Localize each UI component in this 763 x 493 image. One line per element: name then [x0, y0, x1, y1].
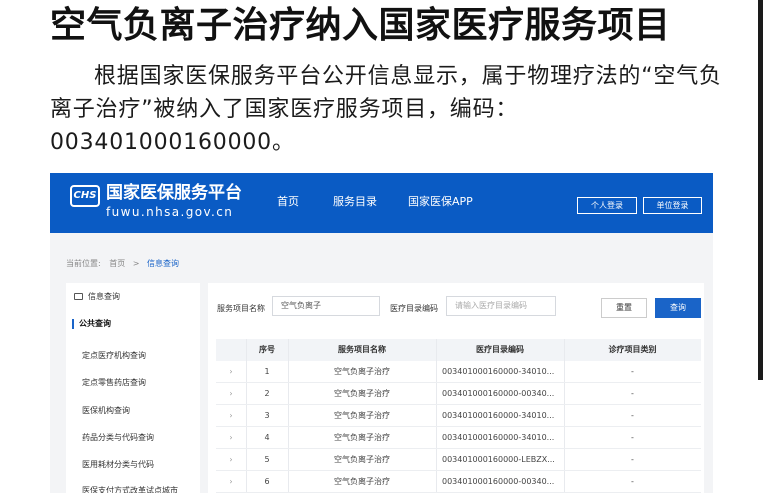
site-title[interactable]: 国家医保服务平台 — [106, 183, 242, 203]
nav-home[interactable]: 首页 — [277, 195, 299, 209]
row-index: 4 — [264, 433, 270, 442]
breadcrumb-separator: > — [132, 259, 140, 268]
row-category: - — [631, 477, 634, 486]
header-catalog-code: 医疗目录编码 — [476, 345, 524, 354]
sidebar-item-drug-codes[interactable]: 药品分类与代码查询 — [82, 432, 154, 443]
row-service-name: 空气负离子治疗 — [334, 477, 390, 486]
row-category: - — [631, 455, 634, 464]
sidebar-item-consumable-codes[interactable]: 医用耗材分类与代码 — [82, 459, 154, 470]
expand-icon[interactable]: › — [216, 427, 246, 449]
breadcrumb-prefix: 当前位置: — [66, 259, 101, 268]
row-service-name: 空气负离子治疗 — [334, 455, 390, 464]
row-category: - — [631, 389, 634, 398]
table-row[interactable]: › 4 空气负离子治疗 003401000160000-34010... - — [216, 427, 701, 449]
table-row[interactable]: › 6 空气负离子治疗 003401000160000-00340... - — [216, 471, 701, 493]
expand-icon[interactable]: › — [216, 405, 246, 427]
row-catalog-code: 003401000160000-34010... — [442, 367, 555, 376]
row-index: 2 — [264, 389, 270, 398]
breadcrumb: 当前位置: 首页 > 信息查询 — [66, 258, 179, 269]
sidebar-item-insurance-agencies[interactable]: 医保机构查询 — [82, 405, 130, 416]
personal-login-button[interactable]: 个人登录 — [577, 197, 637, 214]
article-headline: 空气负离子治疗纳入国家医疗服务项目 — [50, 5, 671, 46]
row-catalog-code: 003401000160000-34010... — [442, 433, 555, 442]
article-body: 根据国家医保服务平台公开信息显示，属于物理疗法的“空气负离子治疗”被纳入了国家医… — [50, 64, 722, 155]
header-service-name: 服务项目名称 — [338, 345, 386, 354]
sidebar-item-pharmacies[interactable]: 定点零售药店查询 — [82, 377, 146, 388]
sidebar-item-medical-institutions[interactable]: 定点医疗机构查询 — [82, 350, 146, 361]
breadcrumb-home[interactable]: 首页 — [109, 259, 125, 268]
table-row[interactable]: › 5 空气负离子治疗 003401000160000-LEBZX... - — [216, 449, 701, 471]
row-service-name: 空气负离子治疗 — [334, 367, 390, 376]
nav-app[interactable]: 国家医保APP — [408, 195, 473, 209]
sidebar-item-payment-reform[interactable]: 医保支付方式改革试点城市 — [82, 485, 178, 493]
nav-service-catalog[interactable]: 服务目录 — [333, 195, 377, 209]
page-edge-bar — [758, 0, 763, 380]
sidebar: 信息查询 公共查询 定点医疗机构查询 定点零售药店查询 医保机构查询 药品分类与… — [66, 283, 200, 493]
row-index: 3 — [264, 411, 270, 420]
row-catalog-code: 003401000160000-LEBZX... — [442, 455, 555, 464]
service-name-input[interactable]: 空气负离子 — [272, 296, 380, 316]
service-name-label: 服务项目名称 — [217, 304, 265, 313]
table-row[interactable]: › 1 空气负离子治疗 003401000160000-34010... - — [216, 361, 701, 383]
site-domain: fuwu.nhsa.gov.cn — [106, 205, 234, 219]
org-login-button[interactable]: 单位登录 — [643, 197, 702, 214]
row-category: - — [631, 367, 634, 376]
query-button[interactable]: 查询 — [655, 298, 701, 318]
expand-icon[interactable]: › — [216, 471, 246, 493]
table-row[interactable]: › 3 空气负离子治疗 003401000160000-34010... - — [216, 405, 701, 427]
embedded-screenshot: CHS 国家医保服务平台 fuwu.nhsa.gov.cn 首页 服务目录 国家… — [50, 173, 713, 493]
expand-icon[interactable]: › — [216, 383, 246, 405]
expand-icon[interactable]: › — [216, 361, 246, 383]
row-index: 5 — [264, 455, 270, 464]
row-service-name: 空气负离子治疗 — [334, 389, 390, 398]
header-category: 诊疗项目类别 — [608, 345, 657, 354]
expand-icon[interactable]: › — [216, 449, 246, 471]
table-row[interactable]: › 2 空气负离子治疗 003401000160000-00340... - — [216, 383, 701, 405]
breadcrumb-current[interactable]: 信息查询 — [147, 259, 179, 268]
reset-button[interactable]: 重置 — [601, 298, 647, 318]
row-catalog-code: 003401000160000-00340... — [442, 389, 555, 398]
chs-logo-icon[interactable]: CHS — [70, 185, 100, 207]
row-catalog-code: 003401000160000-34010... — [442, 411, 555, 420]
row-index: 1 — [264, 367, 270, 376]
row-index: 6 — [264, 477, 270, 486]
header-expand — [216, 339, 246, 361]
row-service-name: 空气负离子治疗 — [334, 433, 390, 442]
sidebar-group-public[interactable]: 公共查询 — [72, 319, 111, 329]
site-header: CHS 国家医保服务平台 fuwu.nhsa.gov.cn 首页 服务目录 国家… — [50, 173, 713, 233]
header-index: 序号 — [259, 345, 275, 354]
row-service-name: 空气负离子治疗 — [334, 411, 390, 420]
sidebar-header[interactable]: 信息查询 — [74, 291, 120, 302]
query-panel: 服务项目名称 空气负离子 医疗目录编码 请输入医疗目录编码 重置 查询 序号 服… — [208, 283, 704, 493]
row-category: - — [631, 433, 634, 442]
catalog-code-input[interactable]: 请输入医疗目录编码 — [446, 296, 556, 316]
catalog-code-label: 医疗目录编码 — [390, 304, 438, 313]
row-category: - — [631, 411, 634, 420]
sidebar-header-label: 信息查询 — [88, 292, 120, 301]
folder-icon — [74, 293, 83, 300]
row-catalog-code: 003401000160000-00340... — [442, 477, 555, 486]
